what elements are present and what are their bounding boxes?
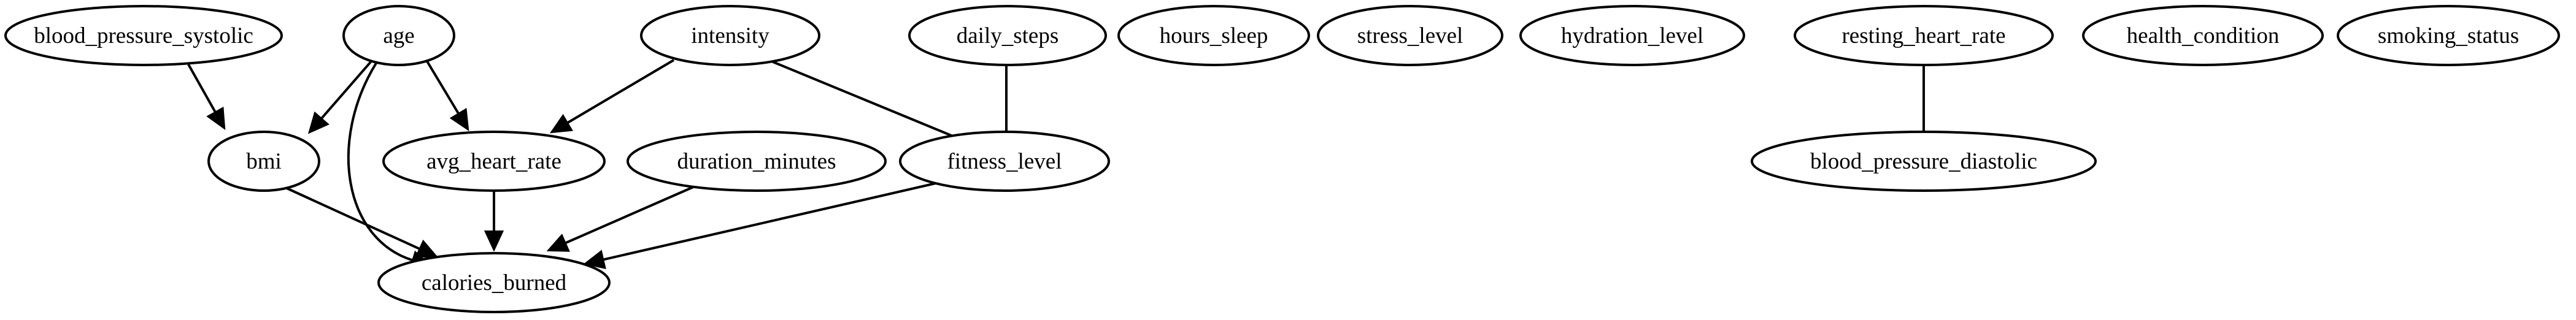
nodes-layer: blood_pressure_systolic age intensity daily… bbox=[4, 5, 2560, 313]
arrowhead-icon bbox=[206, 106, 226, 131]
node-age: age bbox=[342, 5, 455, 66]
node-label: smoking_status bbox=[2378, 23, 2519, 48]
node-label: fitness_level bbox=[947, 149, 1062, 174]
arrowhead-icon bbox=[546, 234, 570, 252]
node-label: calories_burned bbox=[422, 270, 567, 295]
edge-blood-pressure-systolic-to-bmi bbox=[187, 64, 226, 131]
edge-line bbox=[187, 64, 217, 113]
node-blood-pressure-systolic: blood_pressure_systolic bbox=[4, 5, 283, 66]
node-fitness-level: fitness_level bbox=[899, 131, 1110, 192]
edge-line bbox=[766, 58, 958, 139]
node-hydration-level: hydration_level bbox=[1519, 5, 1745, 66]
arrowhead-icon bbox=[415, 239, 439, 258]
node-label: hydration_level bbox=[1561, 23, 1703, 48]
node-label: health_condition bbox=[2127, 23, 2280, 48]
edge-line bbox=[564, 186, 694, 245]
edge-duration-minutes-to-calories-burned bbox=[546, 186, 694, 252]
node-hours-sleep: hours_sleep bbox=[1117, 5, 1310, 66]
node-label: daily_steps bbox=[957, 23, 1059, 48]
node-duration-minutes: duration_minutes bbox=[627, 131, 887, 192]
node-smoking-status: smoking_status bbox=[2337, 5, 2560, 66]
edge-line bbox=[566, 59, 675, 124]
edge-line bbox=[602, 182, 936, 261]
node-label: duration_minutes bbox=[677, 149, 836, 174]
node-label: hours_sleep bbox=[1160, 23, 1268, 48]
node-bmi: bmi bbox=[207, 131, 320, 192]
node-daily-steps: daily_steps bbox=[908, 5, 1107, 66]
node-label: resting_heart_rate bbox=[1841, 23, 2005, 48]
node-label: stress_level bbox=[1357, 23, 1463, 48]
edge-line bbox=[426, 60, 460, 115]
node-label: avg_heart_rate bbox=[426, 149, 561, 174]
edge-age-to-bmi bbox=[307, 60, 372, 134]
edge-line bbox=[320, 60, 372, 120]
edge-bmi-to-calories-burned bbox=[285, 186, 439, 258]
edge-intensity-to-fitness-level bbox=[766, 58, 958, 139]
arrowhead-icon bbox=[549, 113, 574, 134]
node-blood-pressure-diastolic: blood_pressure_diastolic bbox=[1751, 131, 2097, 192]
node-label: blood_pressure_systolic bbox=[34, 23, 253, 48]
node-stress-level: stress_level bbox=[1317, 5, 1503, 66]
node-label: bmi bbox=[246, 149, 282, 174]
node-avg-heart-rate: avg_heart_rate bbox=[382, 131, 606, 192]
arrowhead-icon bbox=[484, 230, 504, 252]
node-intensity: intensity bbox=[640, 5, 820, 66]
node-health-condition: health_condition bbox=[2082, 5, 2324, 66]
causal-graph: blood_pressure_systolic age intensity daily… bbox=[4, 5, 2560, 313]
node-label: age bbox=[383, 23, 414, 48]
node-resting-heart-rate: resting_heart_rate bbox=[1794, 5, 2054, 66]
node-calories-burned: calories_burned bbox=[377, 252, 611, 313]
edge-age-to-avg-heart-rate bbox=[426, 60, 469, 132]
node-label: intensity bbox=[691, 23, 769, 48]
node-label: blood_pressure_diastolic bbox=[1810, 149, 2037, 174]
edge-intensity-to-avg-heart-rate bbox=[549, 59, 675, 134]
edge-fitness-level-to-calories-burned bbox=[583, 182, 936, 270]
arrowhead-icon bbox=[449, 107, 469, 132]
edge-avg-heart-rate-to-calories-burned bbox=[484, 191, 504, 252]
